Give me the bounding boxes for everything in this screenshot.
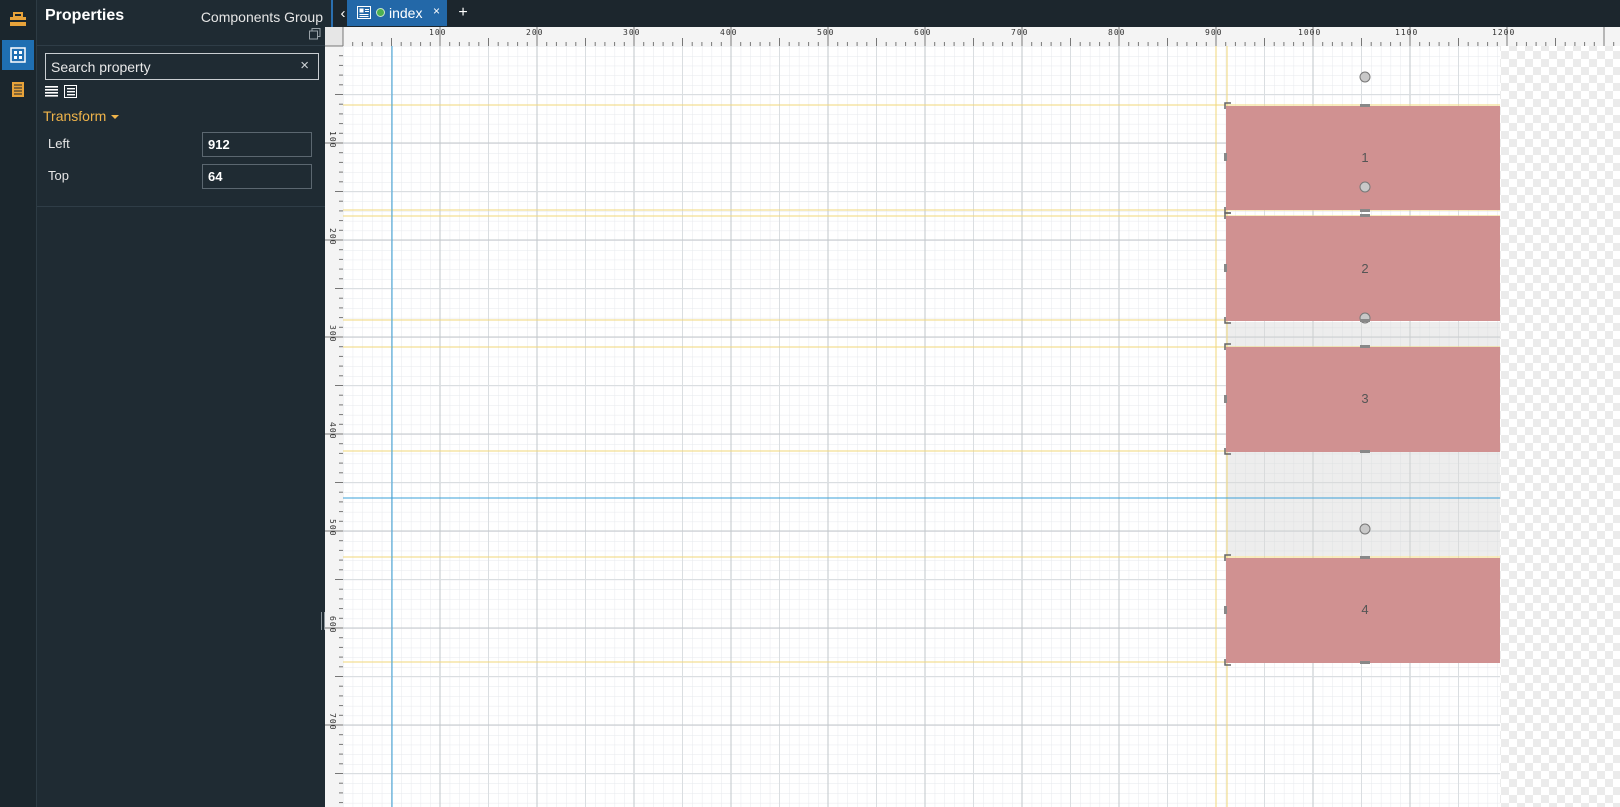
page-icon[interactable] <box>2 74 34 104</box>
panel-subtitle: Components Group <box>200 9 323 25</box>
list-view-icon[interactable] <box>45 85 58 98</box>
resize-handle[interactable] <box>1360 661 1370 664</box>
ruler-label: 400 <box>720 28 737 37</box>
resize-handle[interactable] <box>1360 450 1370 453</box>
ruler-label: 400 <box>328 422 337 439</box>
ruler-label: 1100 <box>1395 28 1418 37</box>
divider <box>37 206 331 207</box>
caret-down-icon <box>111 115 120 120</box>
resize-handle[interactable] <box>1360 556 1370 559</box>
divider <box>37 45 331 46</box>
ruler-label: 600 <box>328 616 337 633</box>
resize-handle[interactable] <box>1360 209 1370 212</box>
icon-rail <box>0 0 37 807</box>
layout-icon[interactable] <box>2 40 34 70</box>
resize-handle[interactable] <box>1224 606 1227 614</box>
ruler-label: 600 <box>914 28 931 37</box>
ruler-label: 300 <box>328 325 337 342</box>
left-label: Left <box>48 136 70 151</box>
out-of-bounds-area <box>1500 46 1620 807</box>
ruler-label: 500 <box>328 519 337 536</box>
rotate-handle[interactable] <box>1359 523 1371 535</box>
ruler-label: 500 <box>817 28 834 37</box>
close-tab-icon[interactable]: × <box>433 4 440 18</box>
ruler-label: 700 <box>1011 28 1028 37</box>
ruler-label: 300 <box>623 28 640 37</box>
panel-title: Properties <box>45 7 125 24</box>
rotate-handle[interactable] <box>1359 181 1371 193</box>
ruler-label: 200 <box>526 28 543 37</box>
transform-section-toggle[interactable]: Transform <box>43 108 120 124</box>
ruler-corner <box>325 27 343 46</box>
ruler-label: 100 <box>429 28 446 37</box>
ruler-label: 900 <box>1205 28 1222 37</box>
resize-handle[interactable] <box>1360 104 1370 107</box>
ruler-label: 1200 <box>1492 28 1515 37</box>
component-4[interactable]: 4 <box>1226 558 1500 663</box>
ruler-label: 700 <box>328 713 337 730</box>
top-label: Top <box>48 168 69 183</box>
add-tab-button[interactable]: + <box>453 0 473 26</box>
resize-handle[interactable] <box>1224 395 1227 403</box>
component-label: 1 <box>1361 150 1368 165</box>
component-label: 2 <box>1361 261 1368 276</box>
design-canvas[interactable]: 100 200 300 400 500 600 700 800 900 1000… <box>325 27 1620 807</box>
page-layout-icon <box>357 6 371 19</box>
resize-handle[interactable] <box>1360 319 1370 322</box>
panel-splitter[interactable] <box>321 612 325 630</box>
tab-label: index <box>389 5 423 21</box>
component-2[interactable]: 2 <box>1226 216 1500 321</box>
resize-handle[interactable] <box>1360 345 1370 348</box>
resize-handle[interactable] <box>1224 264 1227 272</box>
top-field[interactable] <box>202 164 312 189</box>
properties-panel: Properties Components Group × Transform … <box>37 0 333 807</box>
detail-view-icon[interactable] <box>64 85 77 98</box>
copy-icon[interactable] <box>309 28 321 40</box>
search-input[interactable] <box>51 57 291 76</box>
search-box: × <box>45 53 319 80</box>
component-label: 4 <box>1361 602 1368 617</box>
toolbox-icon[interactable] <box>2 4 34 34</box>
status-dot-icon <box>376 8 385 17</box>
transform-label: Transform <box>43 108 107 124</box>
resize-handle[interactable] <box>1224 153 1227 161</box>
component-1[interactable]: 1 <box>1226 106 1500 210</box>
clear-search-icon[interactable]: × <box>300 57 309 74</box>
component-label: 3 <box>1361 391 1368 406</box>
left-field[interactable] <box>202 132 312 157</box>
ruler-label: 200 <box>328 228 337 245</box>
ruler-label: 800 <box>1108 28 1125 37</box>
ruler-label: 1000 <box>1298 28 1321 37</box>
ruler-label: 100 <box>328 131 337 148</box>
tab-bar: ‹ index × + <box>333 0 1620 28</box>
resize-handle[interactable] <box>1360 214 1370 217</box>
horizontal-ruler <box>325 27 1620 46</box>
rotate-handle[interactable] <box>1359 71 1371 83</box>
component-3[interactable]: 3 <box>1226 347 1500 452</box>
tab-index[interactable]: index × <box>347 0 447 26</box>
